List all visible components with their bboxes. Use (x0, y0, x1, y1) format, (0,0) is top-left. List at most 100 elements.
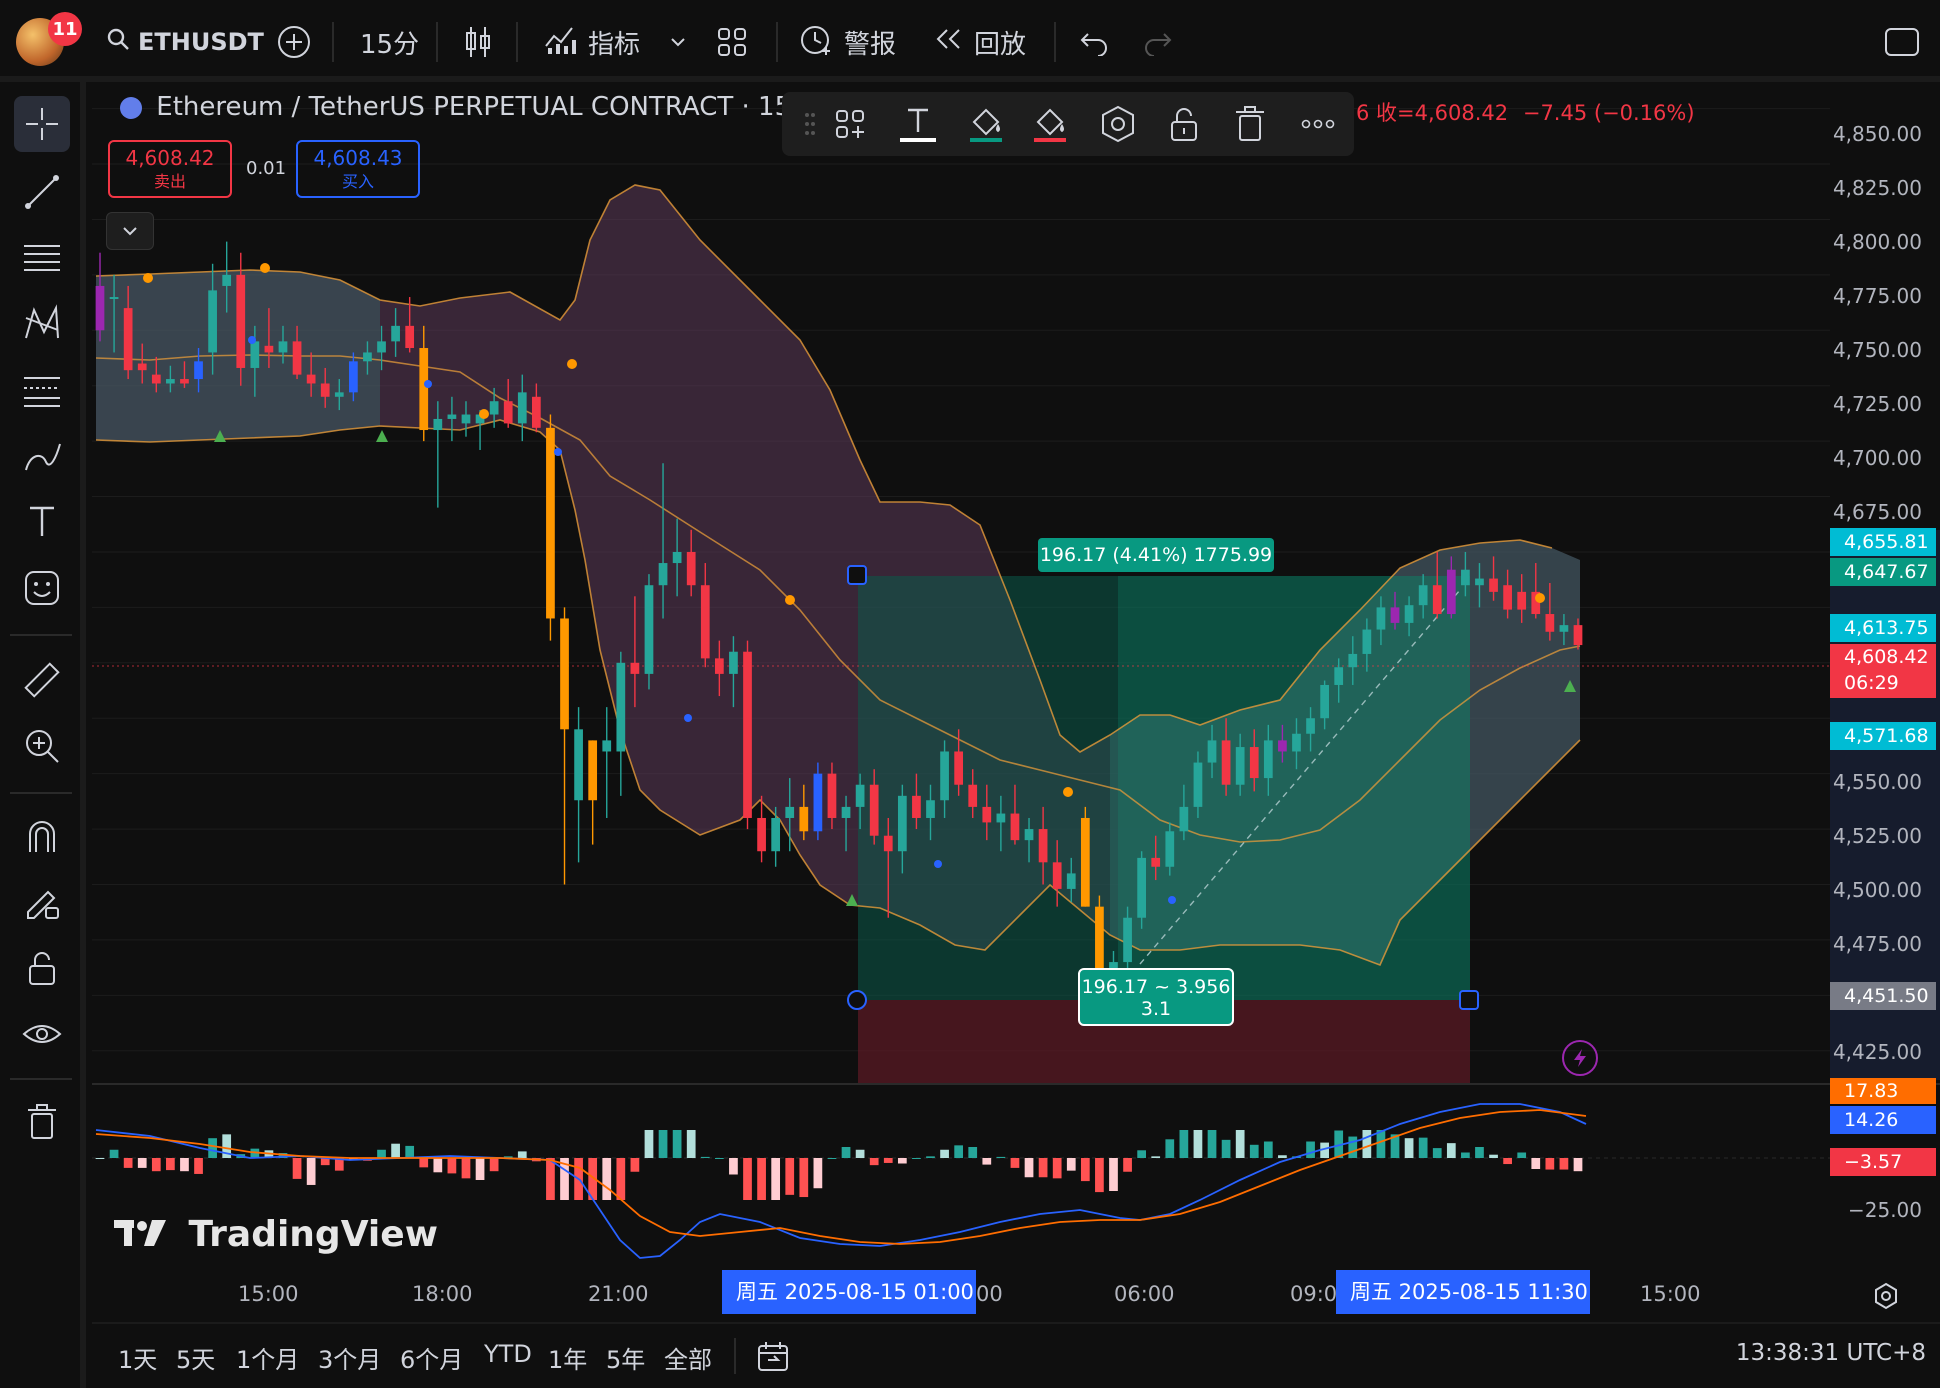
replay-button[interactable]: 回放 (934, 20, 1026, 64)
trend-line-icon[interactable] (14, 164, 70, 220)
emoji-sticker-icon[interactable] (14, 560, 70, 616)
timezone-clock[interactable]: 13:38:31 UTC+8 (1736, 1340, 1926, 1366)
undo-icon[interactable] (1078, 20, 1110, 64)
candle-body (489, 401, 499, 415)
trash-icon[interactable] (14, 1094, 70, 1150)
interval-button[interactable]: 15分 (360, 20, 419, 64)
fill-bucket-loss-icon[interactable] (1028, 102, 1072, 146)
toolbar-divider (10, 1078, 72, 1080)
candle-body (447, 414, 457, 419)
candle-body (123, 308, 133, 371)
layout-grid-icon[interactable] (716, 20, 748, 64)
candle-body (377, 341, 386, 353)
lock-drawing-pencil-icon[interactable] (14, 874, 70, 930)
indicators-button[interactable]: 指标 (544, 20, 640, 64)
position-handle-stop[interactable] (847, 990, 867, 1010)
time-axis-label: 21:00 (588, 1282, 649, 1306)
macd-histogram-bar (1559, 1158, 1569, 1170)
candle-body (1292, 733, 1301, 752)
range-1m-button[interactable]: 1个月 (236, 1340, 299, 1375)
template-grid-add-icon[interactable] (828, 102, 872, 146)
lightning-icon[interactable] (1562, 1040, 1598, 1076)
position-handle-right[interactable] (1459, 990, 1479, 1010)
toolbar-divider (776, 22, 778, 62)
range-1d-button[interactable]: 1天 (118, 1340, 157, 1375)
range-all-button[interactable]: 全部 (664, 1340, 712, 1375)
text-tool-icon[interactable] (14, 494, 70, 550)
settings-hexagon-icon[interactable] (1096, 102, 1140, 146)
visibility-eye-icon[interactable] (14, 1006, 70, 1062)
range-6m-button[interactable]: 6个月 (400, 1340, 463, 1375)
horizontal-lines-icon[interactable] (14, 230, 70, 286)
magnet-icon[interactable] (14, 808, 70, 864)
macd-histogram-bar (461, 1158, 471, 1179)
macd-histogram-bar (1376, 1130, 1386, 1158)
candle-body (1559, 625, 1569, 632)
price-chart[interactable] (92, 82, 1940, 1322)
range-3m-button[interactable]: 3个月 (318, 1340, 381, 1375)
range-ytd-button[interactable]: YTD (484, 1340, 532, 1368)
pattern-tool-icon[interactable] (14, 296, 70, 352)
macd-histogram-bar (137, 1158, 147, 1168)
fib-tool-icon[interactable] (14, 362, 70, 418)
macd-histogram-bar (1573, 1158, 1583, 1172)
legend-collapse-button[interactable] (106, 212, 154, 250)
delete-drawing-icon[interactable] (1228, 102, 1272, 146)
drag-handle-icon[interactable] (788, 102, 832, 146)
unlock-icon[interactable] (14, 940, 70, 996)
chart-type-candles-icon[interactable] (462, 20, 494, 64)
candle-body (1165, 831, 1175, 867)
lock-drawing-icon[interactable] (1162, 102, 1206, 146)
tradingview-logo[interactable]: TradingView (114, 1214, 438, 1257)
symbol-search-button[interactable]: ETHUSDT (106, 20, 264, 64)
candle-body (883, 835, 893, 852)
macd-histogram-bar (1545, 1158, 1555, 1170)
macd-histogram-bar (1165, 1139, 1175, 1158)
macd-histogram-bar (1066, 1158, 1076, 1171)
candle-body (1024, 829, 1034, 841)
position-target-label[interactable]: 196.17 (4.41%) 1775.99 (1038, 538, 1274, 572)
text-color-icon[interactable] (896, 102, 940, 146)
more-options-icon[interactable] (1296, 102, 1340, 146)
range-5d-button[interactable]: 5天 (176, 1340, 215, 1375)
macd-histogram-bar (940, 1149, 949, 1158)
symbol-legend[interactable]: Ethereum / TetherUS PERPETUAL CONTRACT ·… (120, 92, 808, 122)
macd-histogram-bar (151, 1158, 161, 1172)
range-5y-button[interactable]: 5年 (606, 1340, 645, 1375)
buy-button[interactable]: 4,608.43 买入 (296, 140, 420, 198)
macd-histogram-bar (180, 1158, 189, 1172)
goto-date-calendar-icon[interactable] (756, 1340, 790, 1378)
macd-histogram-bar (1221, 1139, 1231, 1158)
sell-button[interactable]: 4,608.42 卖出 (108, 140, 232, 198)
chart-settings-gear-icon[interactable] (1872, 1282, 1900, 1314)
macd-histogram-bar (1235, 1130, 1245, 1158)
compare-add-icon[interactable] (276, 20, 312, 64)
time-axis-label: 15:00 (238, 1282, 299, 1306)
macd-histogram-bar (1151, 1156, 1161, 1158)
indicators-dropdown-chevron-icon[interactable] (668, 20, 688, 64)
candle-body (320, 383, 330, 397)
fullscreen-icon[interactable] (1884, 20, 1920, 64)
candle-body (1376, 607, 1386, 630)
notification-badge[interactable]: 11 (48, 12, 82, 46)
macd-histogram-bar (799, 1158, 809, 1198)
toolbar-divider (10, 792, 72, 794)
brush-icon[interactable] (14, 428, 70, 484)
candle-body (1278, 740, 1287, 752)
candle-body (1123, 917, 1132, 963)
macd-histogram-bar (1432, 1148, 1442, 1158)
zoom-in-icon[interactable] (14, 718, 70, 774)
crosshair-icon[interactable] (14, 96, 70, 152)
alert-button[interactable]: 警报 (798, 20, 896, 64)
range-1y-button[interactable]: 1年 (548, 1340, 587, 1375)
position-handle-entry[interactable] (847, 565, 867, 585)
time-range-start-label: 周五 2025-08-15 01:00 (722, 1270, 976, 1314)
redo-icon[interactable] (1142, 20, 1174, 64)
macd-axis-label: −25.00 (1847, 1198, 1922, 1222)
macd-histogram-bar (771, 1158, 781, 1200)
position-stop-label[interactable]: 196.17 ~ 3.956 3.1 (1078, 968, 1234, 1026)
fill-bucket-profit-icon[interactable] (964, 102, 1008, 146)
candle-body (897, 795, 907, 852)
ruler-measure-icon[interactable] (14, 652, 70, 708)
macd-histogram-bar (166, 1158, 175, 1171)
